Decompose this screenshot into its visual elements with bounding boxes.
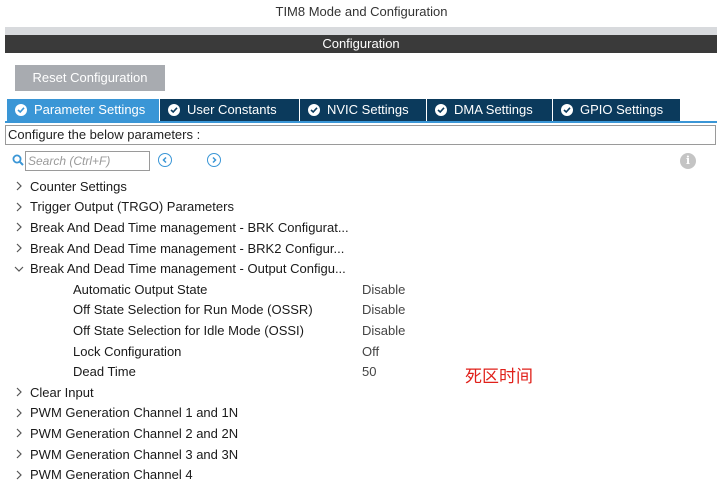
tree-group-pwm-channel-1[interactable]: PWM Generation Channel 1 and 1N	[10, 403, 710, 424]
tree-group-trigger-output[interactable]: Trigger Output (TRGO) Parameters	[10, 197, 710, 218]
chevron-right-icon[interactable]	[10, 403, 28, 423]
tab-nvic-settings[interactable]: NVIC Settings	[300, 99, 427, 121]
configuration-header: Configuration	[5, 35, 717, 53]
tree-group-label: Break And Dead Time management - Output …	[30, 261, 346, 277]
tab-underline	[5, 121, 717, 123]
tree-group-label: Break And Dead Time management - BRK2 Co…	[30, 240, 345, 256]
param-row-dead-time[interactable]: Dead Time 50	[10, 361, 710, 382]
check-circle-icon	[561, 104, 573, 116]
tree-group-output-configuration[interactable]: Break And Dead Time management - Output …	[10, 258, 710, 279]
tree-group-brk-configuration[interactable]: Break And Dead Time management - BRK Con…	[10, 217, 710, 238]
tree-group-label: PWM Generation Channel 3 and 3N	[30, 446, 239, 462]
param-row-ossr[interactable]: Off State Selection for Run Mode (OSSR) …	[10, 300, 710, 321]
tree-group-label: Counter Settings	[30, 178, 127, 194]
parameter-tree: Counter Settings Trigger Output (TRGO) P…	[10, 176, 710, 485]
tab-dma-settings[interactable]: DMA Settings	[427, 99, 553, 121]
configure-description: Configure the below parameters :	[5, 125, 716, 145]
tab-label: DMA Settings	[454, 102, 533, 117]
tree-group-label: Clear Input	[30, 384, 94, 400]
chevron-left-circle-icon[interactable]	[158, 153, 172, 167]
tree-group-label: PWM Generation Channel 1 and 1N	[30, 405, 239, 421]
tree-group-clear-input[interactable]: Clear Input	[10, 382, 710, 403]
tree-group-pwm-channel-3[interactable]: PWM Generation Channel 3 and 3N	[10, 444, 710, 465]
param-value[interactable]: Disable	[362, 282, 405, 297]
tab-label: NVIC Settings	[327, 102, 409, 117]
tab-label: User Constants	[187, 102, 277, 117]
chevron-right-icon[interactable]	[10, 444, 28, 464]
chevron-right-icon[interactable]	[10, 176, 28, 196]
search-icon[interactable]	[12, 154, 24, 169]
param-name: Lock Configuration	[73, 343, 182, 359]
param-name: Dead Time	[73, 364, 136, 380]
tree-group-pwm-channel-4[interactable]: PWM Generation Channel 4	[10, 464, 710, 485]
tree-group-label: PWM Generation Channel 2 and 2N	[30, 425, 239, 441]
param-value[interactable]: Off	[362, 344, 379, 359]
chevron-right-icon[interactable]	[10, 197, 28, 217]
search-row: i	[10, 151, 715, 171]
param-name: Off State Selection for Run Mode (OSSR)	[73, 302, 313, 318]
tree-group-label: Trigger Output (TRGO) Parameters	[30, 199, 234, 215]
check-circle-icon	[168, 104, 180, 116]
chevron-right-icon[interactable]	[10, 238, 28, 258]
chevron-right-icon[interactable]	[10, 465, 28, 485]
window-title: TIM8 Mode and Configuration	[275, 4, 448, 19]
tree-group-label: Break And Dead Time management - BRK Con…	[30, 219, 349, 235]
param-row-automatic-output-state[interactable]: Automatic Output State Disable	[10, 279, 710, 300]
info-icon[interactable]: i	[680, 153, 696, 169]
tree-group-counter-settings[interactable]: Counter Settings	[10, 176, 710, 197]
chevron-down-icon[interactable]	[10, 259, 28, 279]
chevron-right-icon[interactable]	[10, 382, 28, 402]
tab-label: GPIO Settings	[580, 102, 664, 117]
tab-gpio-settings[interactable]: GPIO Settings	[553, 99, 681, 121]
chevron-right-icon[interactable]	[10, 423, 28, 443]
tab-parameter-settings[interactable]: Parameter Settings	[7, 99, 160, 121]
search-input[interactable]	[25, 151, 150, 171]
check-circle-icon	[15, 104, 27, 116]
reset-configuration-button[interactable]: Reset Configuration	[15, 65, 165, 91]
chevron-right-icon[interactable]	[10, 217, 28, 237]
param-name: Automatic Output State	[73, 281, 208, 297]
param-row-ossi[interactable]: Off State Selection for Idle Mode (OSSI)…	[10, 320, 710, 341]
param-value[interactable]: Disable	[362, 323, 405, 338]
title-divider	[5, 27, 717, 35]
param-name: Off State Selection for Idle Mode (OSSI)	[73, 322, 304, 338]
param-value[interactable]: 50	[362, 364, 376, 379]
tree-group-label: PWM Generation Channel 4	[30, 467, 193, 483]
check-circle-icon	[435, 104, 447, 116]
check-circle-icon	[308, 104, 320, 116]
dead-time-annotation: 死区时间	[465, 367, 533, 387]
param-row-lock-configuration[interactable]: Lock Configuration Off	[10, 341, 710, 362]
param-value[interactable]: Disable	[362, 302, 405, 317]
tab-user-constants[interactable]: User Constants	[160, 99, 300, 121]
settings-tabs: Parameter Settings User Constants NVIC S…	[7, 99, 681, 121]
tree-group-brk2-configuration[interactable]: Break And Dead Time management - BRK2 Co…	[10, 238, 710, 259]
tab-label: Parameter Settings	[34, 102, 146, 117]
tree-group-pwm-channel-2[interactable]: PWM Generation Channel 2 and 2N	[10, 423, 710, 444]
chevron-right-circle-icon[interactable]	[207, 153, 221, 167]
